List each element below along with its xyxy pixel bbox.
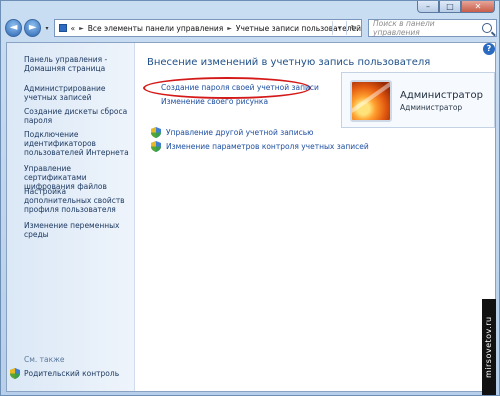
maximize-button[interactable]: □ — [439, 1, 461, 13]
recent-pages-dropdown[interactable]: ▾ — [43, 25, 51, 32]
main-panel: Внесение изменений в учетную запись поль… — [143, 43, 495, 391]
search-placeholder: Поиск в панели управления — [373, 19, 435, 37]
close-button[interactable]: ✕ — [461, 1, 495, 13]
search-icon[interactable] — [482, 23, 492, 33]
avatar — [350, 80, 392, 122]
sidebar-item-environment-variables[interactable]: Изменение переменных среды — [24, 221, 132, 239]
uac-shield-icon — [10, 368, 20, 379]
parental-control-label[interactable]: Родительский контроль — [24, 369, 119, 378]
uac-shield-icon — [151, 141, 161, 152]
sidebar-item-link-ids[interactable]: Подключение идентификаторов пользователе… — [24, 130, 132, 157]
manage-other-account-link[interactable]: Управление другой учетной записью — [151, 127, 313, 138]
window-frame: – □ ✕ ◄ ► ▾ « ► Все элементы панели упра… — [0, 0, 500, 396]
sidebar: Панель управления - Домашняя страница Ад… — [7, 43, 135, 391]
see-also-label: См. также — [24, 355, 65, 364]
user-account-card: Администратор Администратор — [341, 72, 495, 128]
uac-settings-link[interactable]: Изменение параметров контроля учетных за… — [151, 141, 369, 152]
refresh-button[interactable]: ↻ — [346, 21, 360, 35]
help-button[interactable]: ? — [483, 43, 495, 55]
search-input[interactable]: Поиск в панели управления — [368, 19, 497, 37]
address-dropdown-button[interactable]: ▾ — [332, 21, 346, 35]
forward-button[interactable]: ► — [24, 19, 42, 37]
change-picture-link[interactable]: Изменение своего рисунка — [161, 97, 268, 106]
back-button[interactable]: ◄ — [5, 19, 23, 37]
breadcrumb-separator[interactable]: ► — [227, 25, 232, 32]
sidebar-item-home[interactable]: Панель управления - Домашняя страница — [24, 55, 132, 73]
title-bar: – □ ✕ — [1, 1, 500, 13]
sidebar-item-profile-properties[interactable]: Настройка дополнительных свойств профиля… — [24, 187, 132, 214]
minimize-button[interactable]: – — [417, 1, 439, 13]
breadcrumb-separator[interactable]: ► — [79, 25, 84, 32]
window-controls: – □ ✕ — [417, 1, 495, 13]
breadcrumb-all-items[interactable]: Все элементы панели управления — [88, 24, 224, 33]
uac-settings-label[interactable]: Изменение параметров контроля учетных за… — [166, 142, 369, 151]
user-role: Администратор — [400, 103, 463, 112]
uac-shield-icon — [151, 127, 161, 138]
user-name: Администратор — [400, 90, 483, 101]
navigation-bar: ◄ ► ▾ « ► Все элементы панели управления… — [5, 17, 497, 39]
manage-other-account-label[interactable]: Управление другой учетной записью — [166, 128, 313, 137]
address-overflow-chevron[interactable]: « — [71, 24, 76, 33]
control-panel-icon — [58, 24, 67, 32]
create-password-link[interactable]: Создание пароля своей учетной записи — [161, 83, 319, 92]
sidebar-item-manage-accounts[interactable]: Администрирование учетных записей — [24, 84, 132, 102]
watermark-text: mirsovetov.ru — [482, 299, 496, 395]
sidebar-item-reset-disk[interactable]: Создание дискеты сброса пароля — [24, 107, 132, 125]
address-bar[interactable]: « ► Все элементы панели управления ► Уче… — [53, 19, 362, 37]
parental-control-link[interactable]: Родительский контроль — [10, 368, 119, 379]
content-area: Панель управления - Домашняя страница Ад… — [6, 42, 496, 392]
page-title: Внесение изменений в учетную запись поль… — [147, 57, 431, 68]
